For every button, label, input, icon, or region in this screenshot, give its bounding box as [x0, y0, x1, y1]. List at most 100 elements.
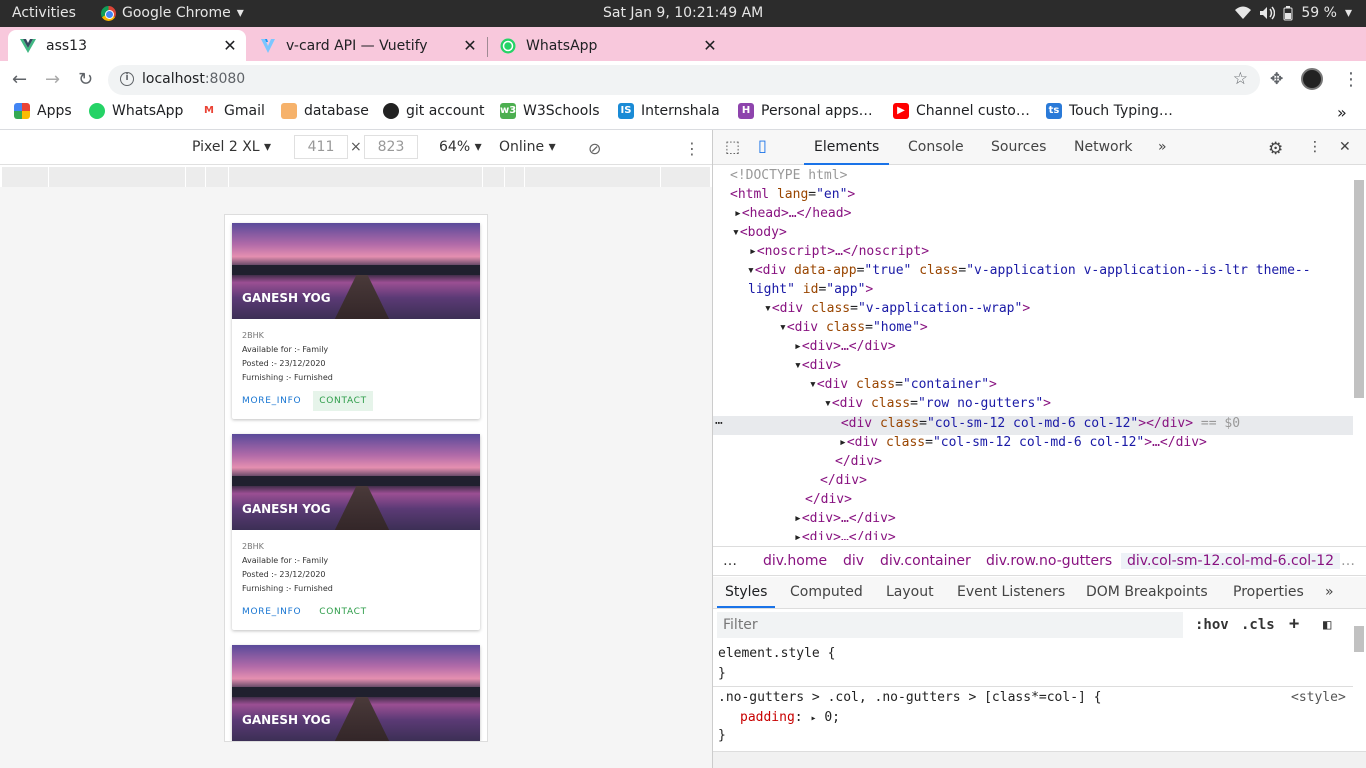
dom-collapsed-div-2[interactable]: ▸<div>…</div> — [794, 511, 896, 530]
bookmark-whatsapp[interactable]: WhatsApp — [89, 103, 183, 119]
tab-computed[interactable]: Computed — [790, 584, 863, 600]
tab-styles[interactable]: Styles — [716, 584, 777, 608]
bookmark-gmail[interactable]: M Gmail — [201, 103, 265, 119]
activities-button[interactable]: Activities — [12, 5, 76, 21]
address-bar[interactable]: i localhost:8080 ☆ — [108, 65, 1260, 95]
breadcrumb-more[interactable]: … — [1341, 553, 1355, 569]
dom-head[interactable]: ▸<head>…</head> — [734, 206, 851, 225]
close-icon[interactable]: ✕ — [700, 36, 720, 55]
styles-filter-input[interactable]: Filter — [717, 612, 1183, 638]
breadcrumb-item[interactable]: div.row.no-gutters — [986, 553, 1112, 569]
height-input[interactable]: 823 — [364, 135, 418, 159]
dom-open-div[interactable]: ▾<div> — [794, 358, 841, 377]
clock[interactable]: Sat Jan 9, 10:21:49 AM — [603, 5, 763, 21]
gear-icon[interactable]: ⚙ — [1268, 139, 1283, 159]
breadcrumb-item[interactable]: div.home — [763, 553, 827, 569]
rule-source[interactable]: <style> — [1291, 690, 1346, 705]
reload-icon[interactable]: ↻ — [78, 69, 93, 90]
dom-noscript[interactable]: ▸<noscript>…</noscript> — [749, 244, 929, 263]
hov-toggle[interactable]: :hov — [1195, 617, 1229, 633]
horizontal-scrollbar[interactable] — [713, 751, 1366, 768]
tab-event-listeners[interactable]: Event Listeners — [957, 584, 1065, 600]
system-tray[interactable]: 59 % ▾ — [1235, 5, 1352, 21]
back-arrow-icon[interactable]: ← — [12, 69, 27, 90]
dom-body[interactable]: ▾<body> — [732, 225, 787, 244]
bookmark-git-account[interactable]: git account — [383, 103, 485, 119]
bookmark-apps[interactable]: Apps — [14, 103, 72, 119]
new-rule-plus-icon[interactable]: + — [1289, 614, 1299, 634]
avatar[interactable] — [1301, 68, 1323, 90]
tab-console[interactable]: Console — [908, 139, 964, 155]
dom-col-div-2[interactable]: ▸<div class="col-sm-12 col-md-6 col-12">… — [839, 435, 1207, 454]
url-text[interactable]: localhost:8080 — [142, 71, 245, 87]
cls-toggle[interactable]: .cls — [1241, 617, 1275, 633]
media-query-ruler[interactable] — [2, 167, 710, 187]
tab-vuetify[interactable]: v-card API — Vuetify ✕ — [248, 30, 486, 61]
dom-home-div[interactable]: ▾<div class="home"> — [779, 320, 928, 339]
rule-declaration[interactable]: padding: ▸ 0; — [740, 710, 840, 725]
rotate-icon[interactable]: ⊘ — [588, 139, 601, 158]
zoom-select[interactable]: 64% ▾ — [439, 139, 482, 155]
device-select[interactable]: Pixel 2 XL ▾ — [192, 139, 271, 155]
info-icon[interactable]: i — [120, 72, 134, 86]
contact-button[interactable]: CONTACT — [313, 602, 373, 622]
dom-close-div[interactable]: </div> — [805, 492, 852, 511]
dom-wrap-div[interactable]: ▾<div class="v-application--wrap"> — [764, 301, 1030, 320]
dom-scrollbar[interactable] — [1354, 180, 1364, 398]
extensions-puzzle-icon[interactable]: ✥ — [1270, 69, 1283, 88]
tab-dom-breakpoints[interactable]: DOM Breakpoints — [1086, 584, 1208, 600]
tab-layout[interactable]: Layout — [886, 584, 934, 600]
dom-tree[interactable]: <!DOCTYPE html> <html lang="en"> ▸<head>… — [713, 166, 1353, 540]
tab-elements[interactable]: Elements — [803, 139, 890, 165]
element-style-selector[interactable]: element.style { — [718, 646, 835, 661]
forward-arrow-icon[interactable]: → — [45, 69, 60, 90]
tab-properties[interactable]: Properties — [1233, 584, 1304, 600]
bookmark-star-icon[interactable]: ☆ — [1233, 69, 1248, 89]
contact-button[interactable]: CONTACT — [313, 391, 373, 411]
inspect-element-icon[interactable]: ⬚ — [725, 137, 740, 156]
more-options-kebab-icon[interactable]: ⋮ — [684, 139, 700, 158]
dom-row-div[interactable]: ▾<div class="row no-gutters"> — [824, 396, 1051, 415]
close-icon[interactable]: ✕ — [460, 36, 480, 55]
more-style-tabs-chevron-icon[interactable]: » — [1325, 584, 1334, 600]
breadcrumb-item[interactable]: div — [843, 553, 864, 569]
tab-network[interactable]: Network — [1074, 139, 1132, 155]
dom-close-row[interactable]: </div> — [835, 454, 882, 473]
bookmark-personal-apps[interactable]: H Personal apps… — [738, 103, 873, 119]
dom-html[interactable]: <html lang="en"> — [730, 187, 855, 206]
dom-container-div[interactable]: ▾<div class="container"> — [809, 377, 997, 396]
toggle-sidebar-icon[interactable]: ◧ — [1323, 617, 1331, 633]
dom-close-container[interactable]: </div> — [820, 473, 867, 492]
close-devtools-icon[interactable]: ✕ — [1339, 139, 1351, 155]
menu-kebab-icon[interactable]: ⋮ — [1342, 69, 1360, 90]
breadcrumb-item[interactable]: div.container — [880, 553, 971, 569]
tab-sources[interactable]: Sources — [991, 139, 1046, 155]
breadcrumb-ellipsis[interactable]: … — [723, 553, 737, 569]
tab-whatsapp[interactable]: WhatsApp ✕ — [488, 30, 726, 61]
dom-selected-col-div[interactable]: ⋯ <div class="col-sm-12 col-md-6 col-12">… — [713, 416, 1353, 435]
lang-value: "en" — [816, 187, 848, 202]
bookmark-internshala[interactable]: IS Internshala — [618, 103, 720, 119]
width-input[interactable]: 411 — [294, 135, 348, 159]
app-menu[interactable]: Google Chrome ▾ — [101, 5, 244, 21]
more-info-button[interactable]: MORE_INFO — [236, 391, 307, 411]
more-info-button[interactable]: MORE_INFO — [236, 602, 307, 622]
bookmark-database[interactable]: database — [281, 103, 369, 119]
dom-collapsed-div-3[interactable]: ▸<div>…</div> — [794, 530, 896, 540]
close-icon[interactable]: ✕ — [220, 36, 240, 55]
dom-doctype[interactable]: <!DOCTYPE html> — [730, 168, 847, 187]
dom-collapsed-div[interactable]: ▸<div>…</div> — [794, 339, 896, 358]
rule-selector[interactable]: .no-gutters > .col, .no-gutters > [class… — [718, 690, 1102, 705]
tab-ass13[interactable]: ass13 ✕ — [8, 30, 246, 61]
more-tabs-chevron-icon[interactable]: » — [1158, 139, 1167, 155]
bookmark-channel[interactable]: ▶ Channel custo… — [893, 103, 1030, 119]
network-throttle-select[interactable]: Online ▾ — [499, 139, 556, 155]
bookmark-w3schools[interactable]: w3 W3Schools — [500, 103, 600, 119]
breadcrumb-item-selected[interactable]: div.col-sm-12.col-md-6.col-12 — [1121, 553, 1341, 569]
dom-app-div[interactable]: ▾<div data-app="true" class="v-applicati… — [747, 263, 1311, 282]
styles-scrollbar[interactable] — [1354, 626, 1364, 652]
device-toggle-icon[interactable]: ▯ — [758, 136, 767, 155]
more-bookmarks-chevron-icon[interactable]: » — [1337, 103, 1347, 122]
devtools-menu-kebab-icon[interactable]: ⋮ — [1308, 139, 1322, 155]
bookmark-touch-typing[interactable]: ts Touch Typing… — [1046, 103, 1173, 119]
